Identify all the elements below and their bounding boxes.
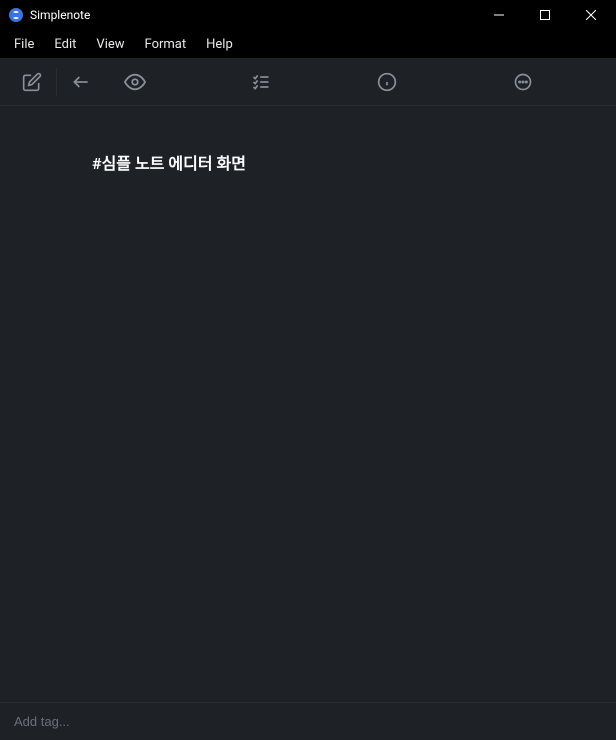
- note-heading[interactable]: #심플 노트 에디터 화면: [92, 150, 524, 174]
- new-note-button[interactable]: [14, 64, 50, 100]
- window-titlebar: Simplenote: [0, 0, 616, 30]
- eye-icon: [124, 71, 146, 93]
- menu-format[interactable]: Format: [135, 33, 197, 56]
- checklist-button[interactable]: [243, 64, 279, 100]
- note-editor[interactable]: #심플 노트 에디터 화면: [0, 106, 616, 702]
- info-button[interactable]: [369, 64, 405, 100]
- tag-input[interactable]: [14, 714, 602, 729]
- menu-file[interactable]: File: [4, 33, 44, 56]
- arrow-left-icon: [71, 72, 91, 92]
- maximize-button[interactable]: [522, 0, 568, 30]
- toolbar: [0, 58, 616, 106]
- preview-button[interactable]: [117, 64, 153, 100]
- menu-edit[interactable]: Edit: [44, 33, 86, 56]
- app-title: Simplenote: [30, 8, 476, 22]
- checklist-icon: [251, 72, 271, 92]
- compose-icon: [22, 72, 42, 92]
- menubar: File Edit View Format Help: [0, 30, 616, 58]
- more-horizontal-icon: [513, 72, 533, 92]
- close-button[interactable]: [568, 0, 614, 30]
- info-icon: [377, 72, 397, 92]
- menu-view[interactable]: View: [86, 33, 134, 56]
- menu-help[interactable]: Help: [196, 33, 243, 56]
- tag-bar: [0, 702, 616, 740]
- app-icon: [8, 7, 24, 23]
- back-button[interactable]: [63, 64, 99, 100]
- more-actions-button[interactable]: [505, 64, 541, 100]
- minimize-button[interactable]: [476, 0, 522, 30]
- window-controls: [476, 0, 614, 30]
- toolbar-separator: [56, 68, 57, 96]
